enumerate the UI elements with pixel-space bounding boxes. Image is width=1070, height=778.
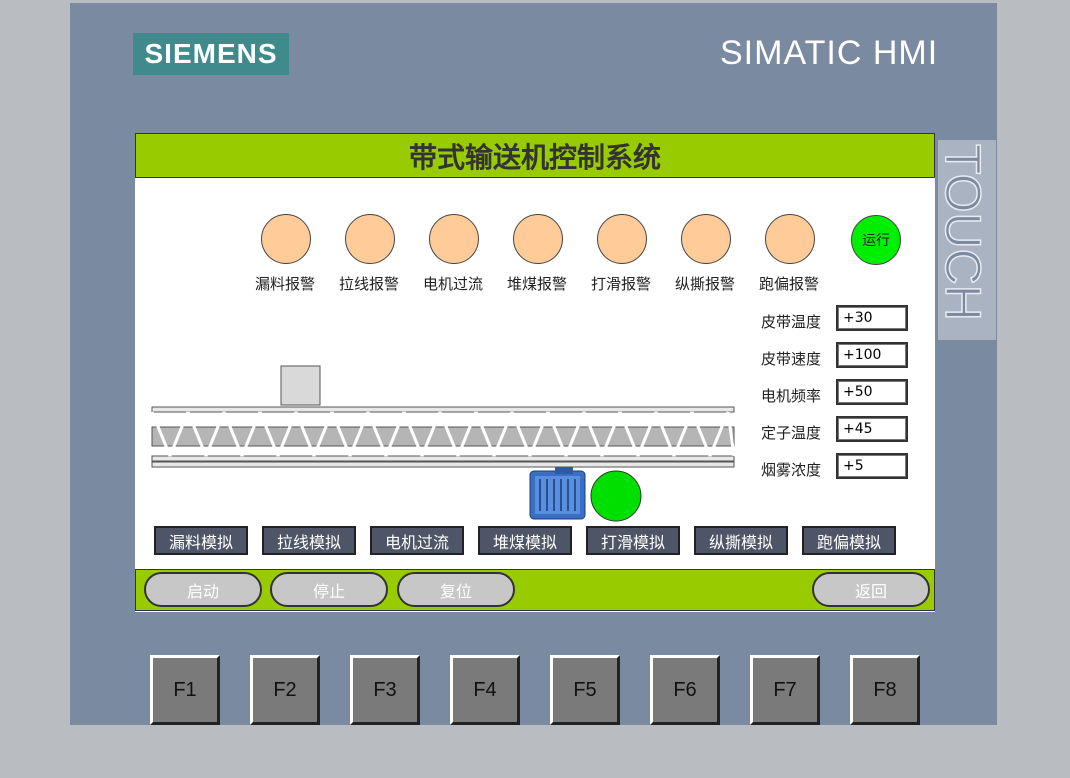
alarm-lamp-deviation <box>765 214 815 264</box>
reset-button[interactable]: 复位 <box>397 572 515 607</box>
run-indicator: 运行 <box>851 215 901 265</box>
param-value-belt-speed: +100 <box>836 342 908 368</box>
material-block <box>280 365 321 406</box>
touch-label: TOUCH <box>938 140 996 340</box>
alarm-lamp-tear <box>681 214 731 264</box>
function-key-f5[interactable]: F5 <box>550 655 620 725</box>
model-label: SIMATIC HMI <box>720 34 939 72</box>
hmi-screen: 带式输送机控制系统 漏料报警 拉线报警 电机过流 堆煤报警 打滑报警 纵撕报警 … <box>135 133 935 612</box>
param-label-belt-speed: 皮带速度 <box>761 350 822 368</box>
alarm-lamp-slip <box>597 214 647 264</box>
motor-status-lamp <box>590 470 642 522</box>
param-label-belt-temp: 皮带温度 <box>761 313 822 331</box>
param-value-motor-freq: +50 <box>836 379 908 405</box>
function-key-f3[interactable]: F3 <box>350 655 420 725</box>
param-label-motor-freq: 电机频率 <box>761 387 822 405</box>
sim-button-pullwire[interactable]: 拉线模拟 <box>262 526 356 555</box>
alarm-label-slip: 打滑报警 <box>590 275 651 293</box>
start-button[interactable]: 启动 <box>144 572 262 607</box>
sim-button-overcurrent[interactable]: 电机过流 <box>370 526 464 555</box>
stop-button[interactable]: 停止 <box>270 572 388 607</box>
sim-button-deviation[interactable]: 跑偏模拟 <box>802 526 896 555</box>
alarm-lamp-overcurrent <box>429 214 479 264</box>
param-value-stator-temp: +45 <box>836 416 908 442</box>
back-button[interactable]: 返回 <box>812 572 930 607</box>
function-key-f4[interactable]: F4 <box>450 655 520 725</box>
alarm-label-overcurrent: 电机过流 <box>422 275 483 293</box>
alarm-label-coal-pile: 堆煤报警 <box>506 275 567 293</box>
sim-button-slip[interactable]: 打滑模拟 <box>586 526 680 555</box>
conveyor-graphic <box>150 365 745 522</box>
sim-button-tear[interactable]: 纵撕模拟 <box>694 526 788 555</box>
alarm-label-tear: 纵撕报警 <box>674 275 735 293</box>
function-key-f2[interactable]: F2 <box>250 655 320 725</box>
function-key-f7[interactable]: F7 <box>750 655 820 725</box>
alarm-lamp-leakage <box>261 214 311 264</box>
function-key-f6[interactable]: F6 <box>650 655 720 725</box>
alarm-label-pullwire: 拉线报警 <box>338 275 399 293</box>
param-label-stator-temp: 定子温度 <box>761 424 822 442</box>
screen-title: 带式输送机控制系统 <box>135 133 935 178</box>
sim-button-leakage[interactable]: 漏料模拟 <box>154 526 248 555</box>
alarm-label-deviation: 跑偏报警 <box>758 275 819 293</box>
param-label-smoke: 烟雾浓度 <box>761 461 822 479</box>
function-key-f8[interactable]: F8 <box>850 655 920 725</box>
alarm-lamp-coal-pile <box>513 214 563 264</box>
sim-button-coal-pile[interactable]: 堆煤模拟 <box>478 526 572 555</box>
alarm-label-leakage: 漏料报警 <box>254 275 315 293</box>
siemens-logo: SIEMENS <box>133 33 289 75</box>
param-value-belt-temp: +30 <box>836 305 908 331</box>
function-key-f1[interactable]: F1 <box>150 655 220 725</box>
alarm-lamp-pullwire <box>345 214 395 264</box>
control-bar: 启动 停止 复位 返回 <box>135 569 935 611</box>
param-value-smoke: +5 <box>836 453 908 479</box>
motor-icon <box>529 467 586 520</box>
conveyor-truss <box>150 406 745 468</box>
svg-text:TOUCH: TOUCH <box>938 144 991 321</box>
